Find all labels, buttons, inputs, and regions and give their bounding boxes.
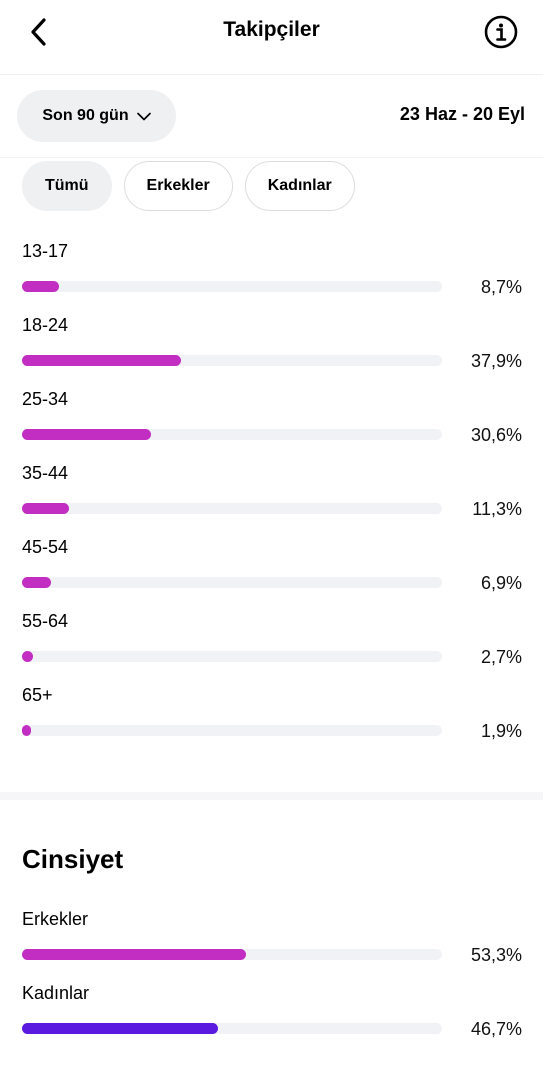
- date-range: 23 Haz - 20 Eyl: [399, 104, 525, 124]
- gender-section-title: Cinsiyet: [22, 844, 124, 874]
- gender-filter-tabs: Tümü Erkekler Kadınlar: [22, 161, 355, 211]
- bar-fill: [22, 1023, 218, 1034]
- chevron-down-icon: [136, 112, 151, 120]
- info-icon: [484, 15, 518, 49]
- bar-track: [22, 725, 442, 736]
- age-row-25-34: 25-34 30,6%: [22, 389, 522, 457]
- bar-track: [22, 577, 442, 588]
- gender-row-women: Kadınlar 46,7%: [22, 983, 522, 1051]
- app-header: Takipçiler: [0, 0, 543, 75]
- bar-fill: [22, 429, 151, 440]
- age-percent: 30,6%: [470, 425, 522, 445]
- filter-bar: Son 90 gün 23 Haz - 20 Eyl: [0, 75, 543, 158]
- gender-row-men: Erkekler 53,3%: [22, 909, 522, 977]
- time-range-dropdown[interactable]: Son 90 gün: [17, 90, 176, 142]
- tab-men[interactable]: Erkekler: [123, 161, 233, 211]
- age-row-45-54: 45-54 6,9%: [22, 537, 522, 605]
- bar-track: [22, 429, 442, 440]
- age-label: 18-24: [22, 315, 69, 335]
- bar-track: [22, 281, 442, 292]
- bar-track: [22, 355, 442, 366]
- age-percent: 37,9%: [470, 351, 522, 371]
- bar-fill: [22, 651, 33, 662]
- gender-percent: 46,7%: [470, 1019, 522, 1039]
- age-label: 35-44: [22, 463, 69, 483]
- bar-fill: [22, 725, 31, 736]
- age-label: 13-17: [22, 241, 69, 261]
- time-range-label: Son 90 gün: [42, 107, 129, 124]
- age-label: 65+: [22, 685, 53, 705]
- age-row-35-44: 35-44 11,3%: [22, 463, 522, 531]
- bar-fill: [22, 577, 51, 588]
- age-row-18-24: 18-24 37,9%: [22, 315, 522, 383]
- age-percent: 2,7%: [480, 647, 522, 667]
- bar-fill: [22, 949, 246, 960]
- bar-fill: [22, 355, 181, 366]
- bar-track: [22, 503, 442, 514]
- tab-women[interactable]: Kadınlar: [244, 161, 355, 211]
- age-percent: 11,3%: [472, 499, 522, 519]
- bar-fill: [22, 503, 69, 514]
- gender-percent: 53,3%: [470, 945, 522, 965]
- section-divider: [0, 792, 543, 800]
- page-title: Takipçiler: [223, 18, 320, 41]
- bar-fill: [22, 281, 59, 292]
- age-percent: 6,9%: [480, 573, 522, 593]
- info-button[interactable]: [484, 15, 518, 49]
- gender-label: Erkekler: [22, 909, 89, 929]
- age-percent: 1,9%: [480, 721, 522, 741]
- age-row-13-17: 13-17 8,7%: [22, 241, 522, 309]
- bar-track: [22, 1023, 442, 1034]
- age-percent: 8,7%: [480, 277, 522, 297]
- gender-label: Kadınlar: [22, 983, 90, 1003]
- age-label: 45-54: [22, 537, 69, 557]
- tab-all[interactable]: Tümü: [22, 161, 112, 211]
- bar-track: [22, 949, 442, 960]
- age-label: 25-34: [22, 389, 69, 409]
- bar-track: [22, 651, 442, 662]
- age-row-65-plus: 65+ 1,9%: [22, 685, 522, 753]
- age-label: 55-64: [22, 611, 69, 631]
- age-row-55-64: 55-64 2,7%: [22, 611, 522, 679]
